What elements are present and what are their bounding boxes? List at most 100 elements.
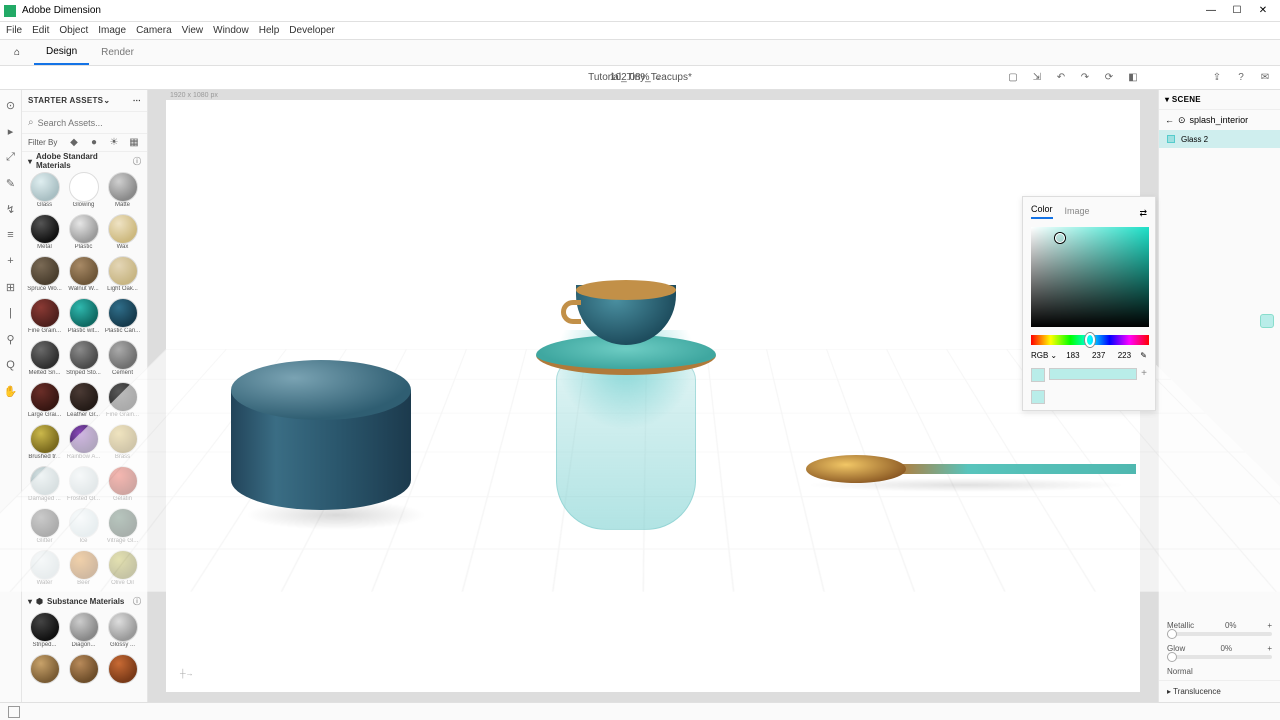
- color-cursor[interactable]: [1055, 233, 1065, 243]
- color-picker-panel[interactable]: Color Image ⇄ RGB⌄ 183 237 223 ✎ +: [1022, 196, 1156, 411]
- swap-icon[interactable]: ⇄: [1139, 208, 1147, 219]
- material-swatch[interactable]: Plastic Can...: [104, 298, 141, 338]
- color-field[interactable]: [1031, 227, 1149, 327]
- recent-swatch[interactable]: [1031, 390, 1045, 404]
- tool-add[interactable]: +: [4, 254, 18, 268]
- tool-layout[interactable]: ⊞: [4, 280, 18, 294]
- tool-ruler[interactable]: |: [4, 306, 18, 320]
- scene-item-selected[interactable]: Glass 2: [1159, 130, 1280, 148]
- color-b[interactable]: 223: [1115, 351, 1135, 360]
- material-swatch[interactable]: Large Grai...: [26, 382, 63, 422]
- refresh-icon[interactable]: ⟳: [1102, 71, 1116, 85]
- info-icon[interactable]: ⓘ: [133, 596, 141, 607]
- tab-color[interactable]: Color: [1031, 204, 1053, 219]
- swatch-bar[interactable]: [1049, 368, 1137, 380]
- zoom-value[interactable]: 102.08%: [610, 72, 649, 83]
- color-r[interactable]: 183: [1063, 351, 1083, 360]
- object-cylinder[interactable]: [226, 360, 416, 520]
- section-standard-materials[interactable]: ▾ Adobe Standard Materials ⓘ: [22, 152, 147, 170]
- add-icon[interactable]: +: [1267, 644, 1272, 653]
- menu-object[interactable]: Object: [59, 25, 88, 36]
- material-swatch[interactable]: Walnut W...: [65, 256, 102, 296]
- close-button[interactable]: ✕: [1250, 5, 1276, 16]
- material-swatch[interactable]: Metal: [26, 214, 63, 254]
- tool-wand[interactable]: ✎: [4, 176, 18, 190]
- material-swatch[interactable]: Cement: [104, 340, 141, 380]
- scene-breadcrumb[interactable]: ← ⊙ splash_interior: [1159, 110, 1280, 130]
- material-swatch[interactable]: Matte: [104, 172, 141, 212]
- filter-lights-icon[interactable]: ☀: [107, 136, 121, 150]
- chevron-down-icon[interactable]: ⌄: [653, 72, 661, 83]
- mode-design[interactable]: Design: [34, 40, 89, 65]
- metallic-slider[interactable]: [1167, 632, 1272, 636]
- tab-image[interactable]: Image: [1065, 206, 1090, 219]
- tool-zoom[interactable]: Q: [4, 358, 18, 372]
- tool-sample[interactable]: ↯: [4, 202, 18, 216]
- menu-file[interactable]: File: [6, 25, 22, 36]
- base-color-swatch[interactable]: [1260, 314, 1274, 328]
- tool-align[interactable]: ≡: [4, 228, 18, 242]
- section-substance-materials[interactable]: ▾ ⬢ Substance Materials ⓘ: [22, 592, 147, 610]
- status-icon[interactable]: [8, 706, 20, 718]
- undo-icon[interactable]: ↶: [1054, 71, 1068, 85]
- object-jar-teacup[interactable]: [526, 230, 726, 530]
- material-swatch[interactable]: Plastic: [65, 214, 102, 254]
- back-icon[interactable]: ←: [1165, 115, 1174, 125]
- maximize-button[interactable]: ☐: [1224, 5, 1250, 16]
- redo-icon[interactable]: ↷: [1078, 71, 1092, 85]
- material-swatch[interactable]: Striped Sto...: [65, 340, 102, 380]
- filter-materials-icon[interactable]: ●: [87, 136, 101, 150]
- filter-models-icon[interactable]: ◆: [67, 136, 81, 150]
- material-swatch[interactable]: [65, 654, 102, 694]
- material-swatch[interactable]: Plastic wit...: [65, 298, 102, 338]
- object-spoon[interactable]: [806, 450, 1136, 490]
- menu-developer[interactable]: Developer: [289, 25, 335, 36]
- import-icon[interactable]: ⇲: [1030, 71, 1044, 85]
- tool-marquee[interactable]: ⚲: [4, 332, 18, 346]
- material-swatch[interactable]: Wax: [104, 214, 141, 254]
- tool-select[interactable]: ▸: [4, 124, 18, 138]
- home-button[interactable]: ⌂: [8, 47, 26, 58]
- help-icon[interactable]: ?: [1234, 71, 1248, 85]
- canvas-artboard[interactable]: ┼→: [166, 100, 1140, 692]
- add-icon[interactable]: +: [1267, 621, 1272, 630]
- filter-images-icon[interactable]: ▦: [127, 136, 141, 150]
- translucence-section[interactable]: ▸ Translucence: [1159, 680, 1280, 702]
- zoom-control[interactable]: 102.08% ⌄: [610, 72, 662, 83]
- tool-move[interactable]: ⤢: [4, 150, 18, 164]
- tool-orbit[interactable]: ⊙: [4, 98, 18, 112]
- menu-camera[interactable]: Camera: [136, 25, 172, 36]
- scene-header[interactable]: ▾ SCENE: [1159, 90, 1280, 110]
- material-swatch[interactable]: [26, 654, 63, 694]
- material-swatch[interactable]: Diagon...: [65, 612, 102, 652]
- menu-image[interactable]: Image: [98, 25, 126, 36]
- menu-view[interactable]: View: [182, 25, 204, 36]
- share-icon[interactable]: ⇪: [1210, 71, 1224, 85]
- tool-hand[interactable]: ✋: [4, 384, 18, 398]
- eyedropper-icon[interactable]: ✎: [1140, 351, 1147, 360]
- material-swatch[interactable]: [104, 654, 141, 694]
- material-swatch[interactable]: Spruce Wo...: [26, 256, 63, 296]
- material-swatch[interactable]: Fine Grain...: [26, 298, 63, 338]
- assets-header[interactable]: STARTER ASSETS ⌄ ⋯: [22, 90, 147, 112]
- canvas-viewport[interactable]: 1920 x 1080 px ┼→: [148, 90, 1158, 702]
- material-swatch[interactable]: Striped...: [26, 612, 63, 652]
- info-icon[interactable]: ⓘ: [133, 156, 141, 167]
- minimize-button[interactable]: —: [1198, 5, 1224, 16]
- menu-window[interactable]: Window: [213, 25, 249, 36]
- material-swatch[interactable]: Glossy ...: [104, 612, 141, 652]
- feedback-icon[interactable]: ✉: [1258, 71, 1272, 85]
- material-swatch[interactable]: Glowing: [65, 172, 102, 212]
- mode-render[interactable]: Render: [89, 40, 146, 65]
- search-input[interactable]: [38, 118, 141, 128]
- hue-slider[interactable]: [1031, 335, 1149, 345]
- glow-slider[interactable]: [1167, 655, 1272, 659]
- asset-search[interactable]: ⌕: [22, 112, 147, 134]
- blend-mode[interactable]: Normal: [1159, 663, 1280, 680]
- menu-edit[interactable]: Edit: [32, 25, 49, 36]
- current-swatch[interactable]: [1031, 368, 1045, 382]
- add-swatch-icon[interactable]: +: [1141, 368, 1147, 382]
- hue-cursor[interactable]: [1085, 333, 1095, 347]
- chevron-down-icon[interactable]: ⌄: [103, 96, 110, 105]
- color-g[interactable]: 237: [1089, 351, 1109, 360]
